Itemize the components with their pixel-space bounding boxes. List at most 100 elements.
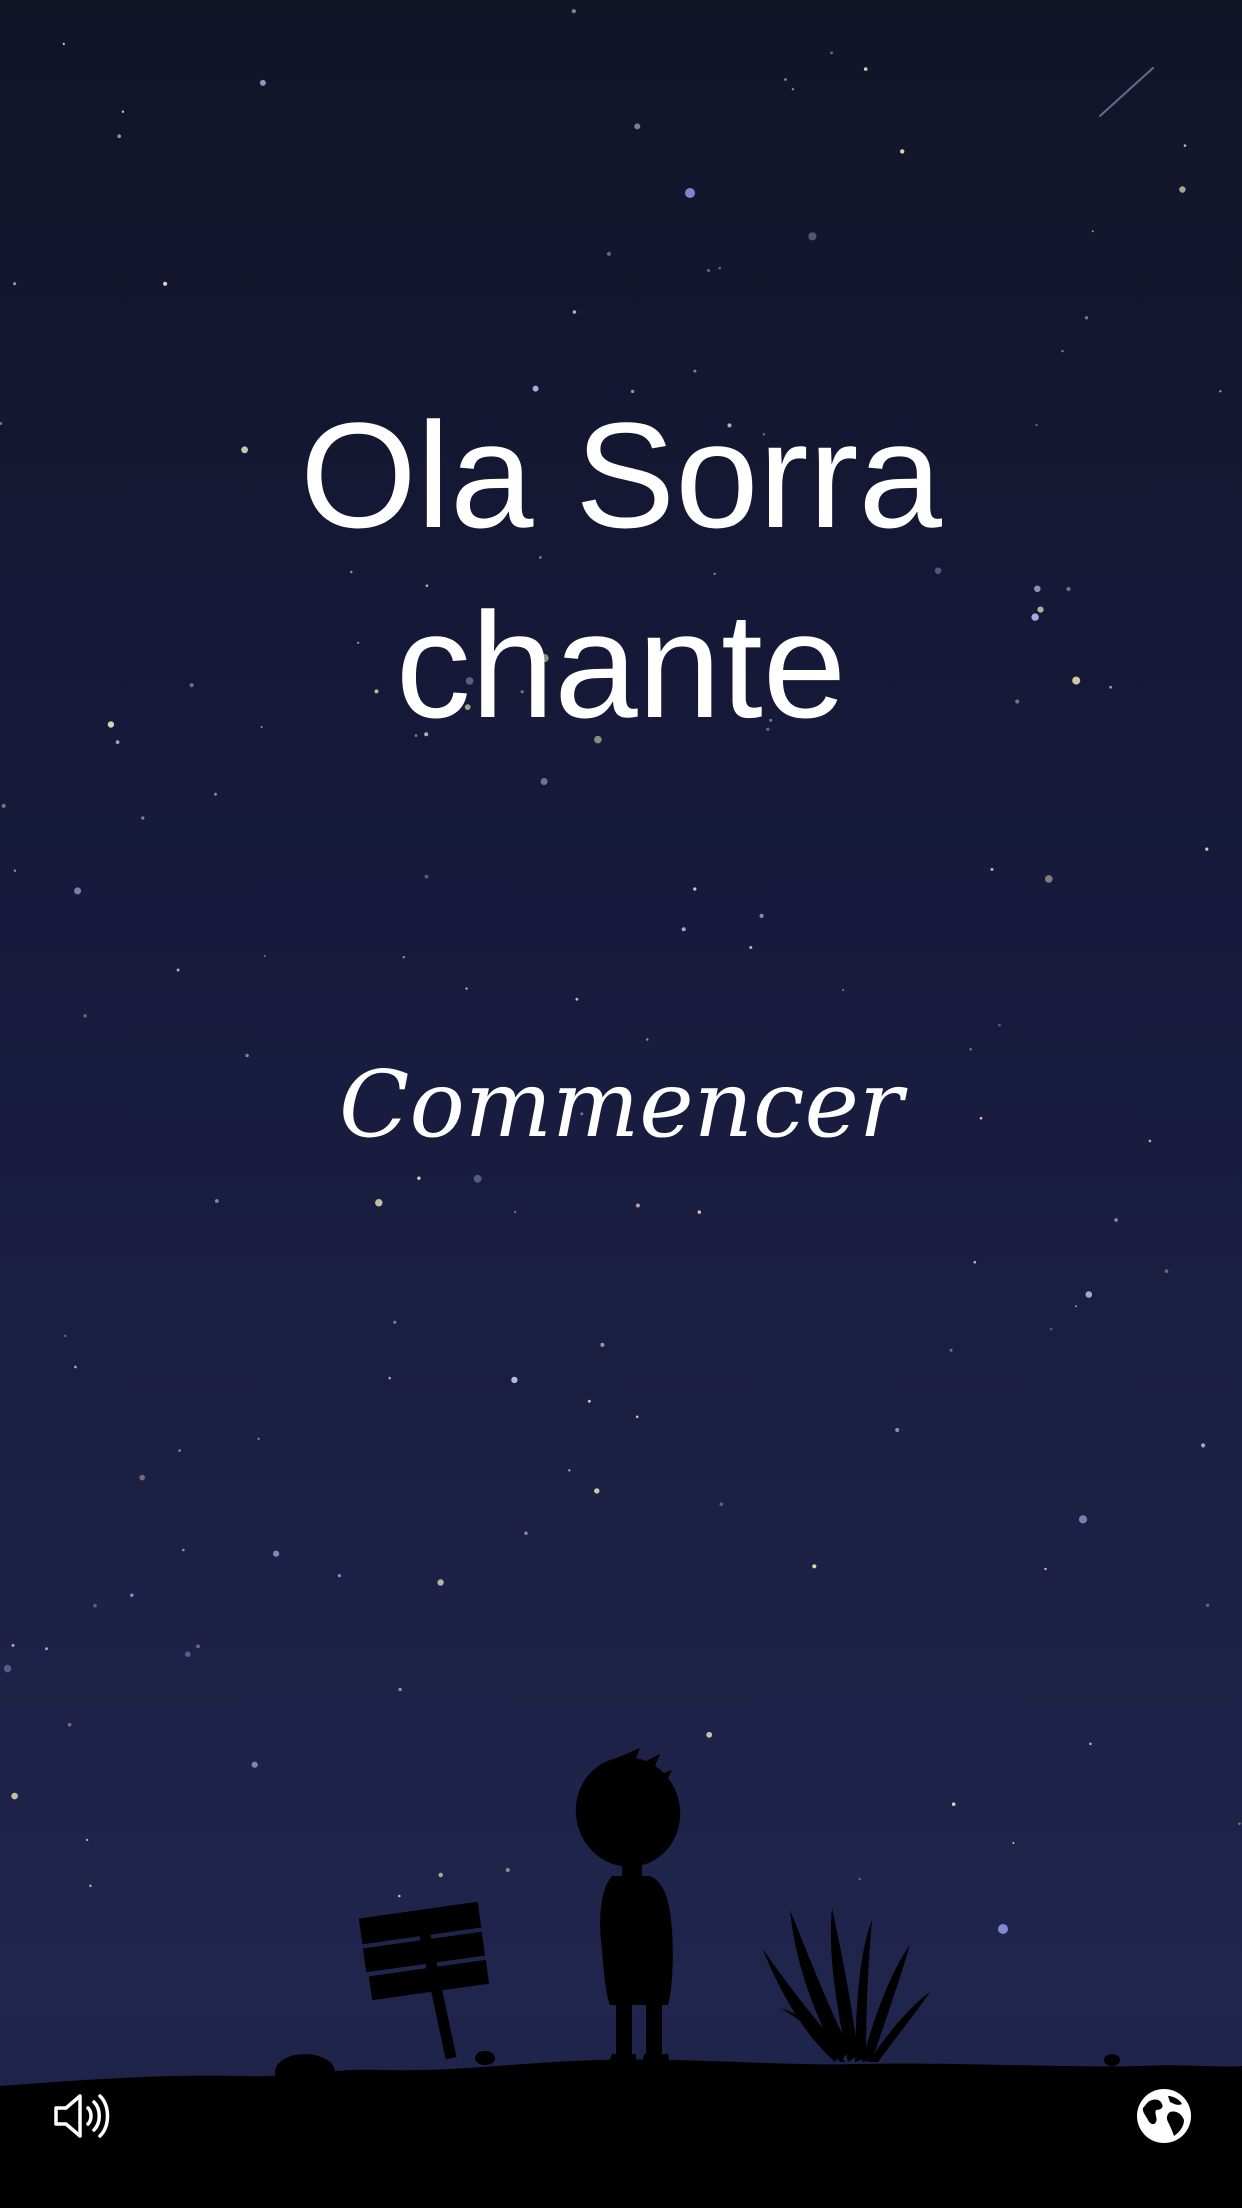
star bbox=[1205, 847, 1209, 851]
star bbox=[141, 816, 145, 820]
title-line-1: Ola Sorra bbox=[300, 391, 942, 559]
star bbox=[117, 134, 121, 138]
star bbox=[1084, 316, 1089, 320]
star bbox=[718, 266, 721, 270]
star bbox=[214, 792, 217, 796]
rock bbox=[1104, 2054, 1120, 2066]
start-button[interactable]: Commencer bbox=[0, 1045, 1242, 1165]
star bbox=[895, 1427, 900, 1433]
star bbox=[830, 51, 833, 55]
star bbox=[1, 803, 6, 808]
star bbox=[74, 1365, 77, 1369]
star bbox=[375, 1199, 383, 1207]
star bbox=[139, 1474, 145, 1481]
star bbox=[121, 110, 125, 113]
star bbox=[393, 1320, 397, 1324]
star bbox=[600, 1342, 605, 1347]
star bbox=[575, 997, 579, 1001]
star bbox=[524, 1531, 528, 1535]
star bbox=[465, 987, 468, 990]
star bbox=[606, 251, 612, 256]
star bbox=[635, 1415, 639, 1419]
star bbox=[514, 1210, 517, 1214]
star bbox=[808, 232, 817, 241]
star bbox=[540, 778, 548, 785]
star bbox=[1183, 144, 1187, 147]
star bbox=[11, 1644, 15, 1647]
star bbox=[1164, 1269, 1169, 1273]
star bbox=[791, 88, 795, 91]
star bbox=[842, 988, 845, 992]
star bbox=[45, 1647, 48, 1651]
star bbox=[388, 1376, 392, 1380]
star bbox=[634, 123, 641, 130]
boy-silhouette bbox=[575, 1748, 681, 2064]
star bbox=[93, 1603, 97, 1608]
star bbox=[812, 1564, 817, 1569]
shooting-star bbox=[1099, 67, 1154, 117]
star bbox=[681, 927, 686, 932]
title-screen: Ola Sorra chante Commencer bbox=[0, 0, 1242, 2208]
star bbox=[1205, 1603, 1210, 1608]
star bbox=[998, 1023, 1001, 1027]
star bbox=[182, 1548, 185, 1552]
signpost bbox=[358, 1901, 490, 2060]
star bbox=[417, 1176, 421, 1180]
star bbox=[568, 1469, 571, 1472]
star bbox=[473, 1174, 482, 1183]
star bbox=[3, 1664, 12, 1673]
star bbox=[693, 369, 697, 373]
star bbox=[163, 281, 168, 286]
language-button[interactable] bbox=[1124, 2076, 1204, 2156]
start-button-label: Commencer bbox=[339, 1051, 903, 1158]
sound-toggle-button[interactable] bbox=[42, 2076, 122, 2156]
star bbox=[707, 268, 711, 273]
star bbox=[1044, 1567, 1047, 1571]
star bbox=[1074, 1305, 1077, 1308]
star bbox=[337, 1574, 341, 1578]
star bbox=[402, 956, 405, 959]
star bbox=[257, 1437, 260, 1440]
star bbox=[949, 1348, 953, 1352]
star bbox=[572, 310, 577, 314]
star bbox=[719, 1502, 724, 1507]
ground-scene bbox=[0, 1748, 1242, 2208]
star bbox=[263, 954, 266, 957]
globe-icon bbox=[1137, 2089, 1191, 2143]
star bbox=[697, 1210, 701, 1214]
speaker-icon bbox=[54, 2094, 110, 2138]
star bbox=[571, 9, 576, 14]
star bbox=[900, 149, 905, 154]
star bbox=[74, 887, 82, 895]
star bbox=[1179, 186, 1186, 193]
star bbox=[1114, 1218, 1118, 1222]
rock bbox=[475, 2051, 495, 2065]
star bbox=[13, 869, 16, 872]
ground-silhouette bbox=[0, 2059, 1242, 2208]
star bbox=[196, 1644, 200, 1649]
star bbox=[1091, 230, 1094, 233]
star bbox=[973, 1260, 977, 1264]
star bbox=[437, 1579, 444, 1586]
title-line-2: chante bbox=[395, 581, 847, 749]
star bbox=[784, 78, 787, 81]
star bbox=[63, 1334, 67, 1338]
rock bbox=[275, 2054, 335, 2090]
grass-tuft bbox=[762, 1908, 930, 2062]
star bbox=[594, 1488, 600, 1494]
star bbox=[176, 968, 180, 972]
star bbox=[990, 867, 994, 871]
star bbox=[398, 1687, 402, 1692]
star bbox=[13, 282, 17, 286]
star bbox=[1061, 349, 1064, 353]
star bbox=[1085, 1291, 1093, 1298]
game-title: Ola Sorra chante bbox=[0, 380, 1242, 760]
star bbox=[259, 79, 266, 86]
star bbox=[511, 1376, 518, 1384]
star bbox=[646, 1038, 649, 1041]
star bbox=[1078, 1515, 1088, 1524]
star bbox=[273, 1550, 280, 1557]
star bbox=[1049, 1327, 1053, 1331]
star bbox=[83, 1014, 87, 1018]
star bbox=[1045, 875, 1053, 883]
